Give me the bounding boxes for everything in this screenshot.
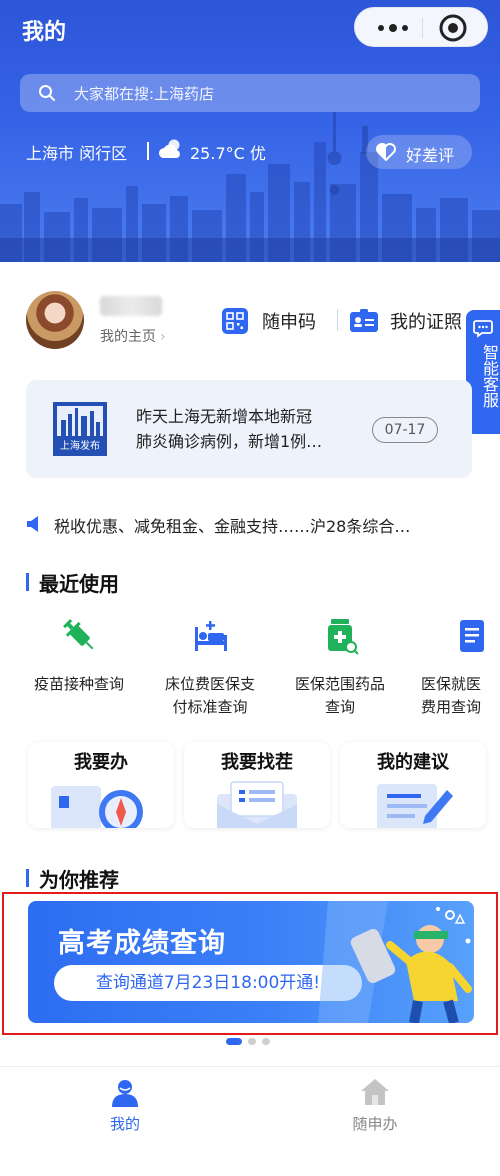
tab-suishenban[interactable]: 随申办 — [250, 1067, 500, 1176]
label-line: 床位费医保支 — [164, 675, 255, 693]
recent-item-vaccine[interactable]: 疫苗接种查询 — [14, 617, 144, 719]
logo-text: 上海发布 — [60, 439, 100, 452]
news-line: 肺炎确诊病例，新增1例… — [136, 432, 323, 451]
compass-icon — [51, 786, 143, 828]
search-icon — [39, 85, 55, 101]
speaker-icon — [27, 516, 38, 532]
medicine-bottle-icon — [328, 619, 359, 655]
section-marker — [26, 573, 29, 591]
id-card-icon — [350, 309, 378, 332]
label-line: 查询 — [324, 698, 355, 716]
announcement-ticker[interactable]: 税收优惠、减免租金、金融支持……沪28条综合… — [26, 512, 476, 536]
bottom-tab-bar: 我的 随申办 — [0, 1066, 500, 1176]
news-date-badge: 07-17 — [372, 417, 438, 443]
dot-icon — [402, 25, 408, 31]
news-card[interactable]: 上海发布 昨天上海无新增本地新冠 肺炎确诊病例，新增1例… 07-17 — [26, 380, 472, 478]
search-bar[interactable]: 大家都在搜:上海药店 — [20, 74, 480, 112]
syringe-icon — [63, 619, 94, 650]
envelope-icon — [217, 781, 297, 828]
banner-subtitle: 查询通道7月23日18:00开通! — [54, 965, 362, 1001]
card-label: 我的建议 — [377, 752, 449, 773]
dot-icon — [378, 25, 384, 31]
recent-item-medical-cost[interactable]: 医保就医 费用查询 — [405, 617, 500, 719]
news-line: 昨天上海无新增本地新冠 — [136, 407, 313, 426]
profile-divider — [337, 309, 338, 331]
cloud-weather-icon — [158, 139, 180, 158]
chat-bubble-icon — [473, 320, 493, 338]
section-marker — [26, 869, 29, 887]
student-illustration — [318, 901, 472, 1023]
carousel-dot[interactable] — [262, 1038, 270, 1045]
tab-mine[interactable]: 我的 — [0, 1067, 250, 1176]
carousel-dot[interactable] — [248, 1038, 256, 1045]
homepage-link[interactable]: 我的主页 › — [100, 326, 166, 346]
rating-label: 好差评 — [406, 146, 455, 165]
weather-text: 25.7°C 优 — [190, 144, 266, 163]
card-find-fault[interactable]: 我要找茬 — [184, 742, 330, 828]
recent-item-medicine[interactable]: 医保范围药品 查询 — [275, 617, 405, 719]
certificate-label: 我的证照 — [390, 312, 462, 333]
exam-score-banner[interactable]: 高考成绩查询 查询通道7月23日18:00开通! — [28, 901, 474, 1023]
ticker-text: 税收优惠、减免租金、金融支持……沪28条综合… — [54, 517, 411, 536]
label-line: 医保范围药品 — [294, 675, 385, 693]
page-title: 我的 — [22, 20, 67, 45]
heart-shield-icon — [376, 143, 396, 161]
capsule-divider — [422, 18, 423, 38]
location-text: 上海市 闵行区 — [26, 144, 128, 163]
search-placeholder: 大家都在搜:上海药店 — [74, 85, 215, 103]
mini-program-capsule — [354, 7, 488, 47]
shanghai-release-logo: 上海发布 — [53, 402, 107, 456]
label-line: 费用查询 — [421, 698, 482, 716]
rating-button[interactable]: 好差评 — [366, 135, 472, 169]
news-headline: 昨天上海无新增本地新冠 肺炎确诊病例，新增1例… — [136, 404, 366, 454]
recent-item-label: 医保就医 费用查询 — [421, 673, 500, 719]
recent-item-bed-fee[interactable]: 床位费医保支 付标准查询 — [145, 617, 275, 719]
card-label: 我要找茬 — [221, 752, 293, 773]
carousel-dot-active[interactable] — [226, 1038, 242, 1045]
card-my-suggestion[interactable]: 我的建议 — [340, 742, 486, 828]
recent-section-title: 最近使用 — [39, 572, 119, 596]
banner-title: 高考成绩查询 — [58, 928, 226, 959]
homepage-label: 我的主页 — [100, 329, 156, 345]
more-options-button[interactable] — [369, 8, 417, 48]
username-blurred — [100, 296, 162, 316]
header-banner: 我的 大家都在搜:上海药店 上海市 闵行区 25.7°C 优 好差评 — [0, 0, 500, 262]
card-do-business[interactable]: 我要办 — [28, 742, 174, 828]
close-miniprogram-icon[interactable] — [437, 12, 469, 44]
edit-document-icon — [377, 784, 453, 828]
card-label: 我要办 — [74, 752, 128, 773]
label-line: 疫苗接种查询 — [33, 675, 124, 693]
label-line: 付标准查询 — [172, 698, 248, 716]
chevron-right-icon: › — [160, 329, 166, 345]
home-icon — [361, 1079, 389, 1105]
tab-label: 我的 — [109, 1115, 140, 1133]
location-divider — [147, 142, 149, 160]
document-icon — [460, 620, 484, 652]
avatar[interactable] — [26, 291, 84, 349]
title-bar: 我的 — [0, 0, 500, 58]
tab-label: 随申办 — [352, 1115, 398, 1133]
dot-icon — [389, 24, 397, 32]
qr-code-icon — [222, 308, 248, 334]
recent-item-label: 床位费医保支 付标准查询 — [145, 673, 275, 719]
recent-item-label: 医保范围药品 查询 — [275, 673, 405, 719]
recommend-section-title: 为你推荐 — [39, 868, 119, 892]
hospital-bed-icon — [195, 621, 227, 651]
recent-item-label: 疫苗接种查询 — [14, 673, 144, 696]
label-line: 医保就医 — [421, 675, 482, 693]
person-icon — [112, 1080, 138, 1107]
qr-code-label: 随申码 — [262, 312, 316, 333]
